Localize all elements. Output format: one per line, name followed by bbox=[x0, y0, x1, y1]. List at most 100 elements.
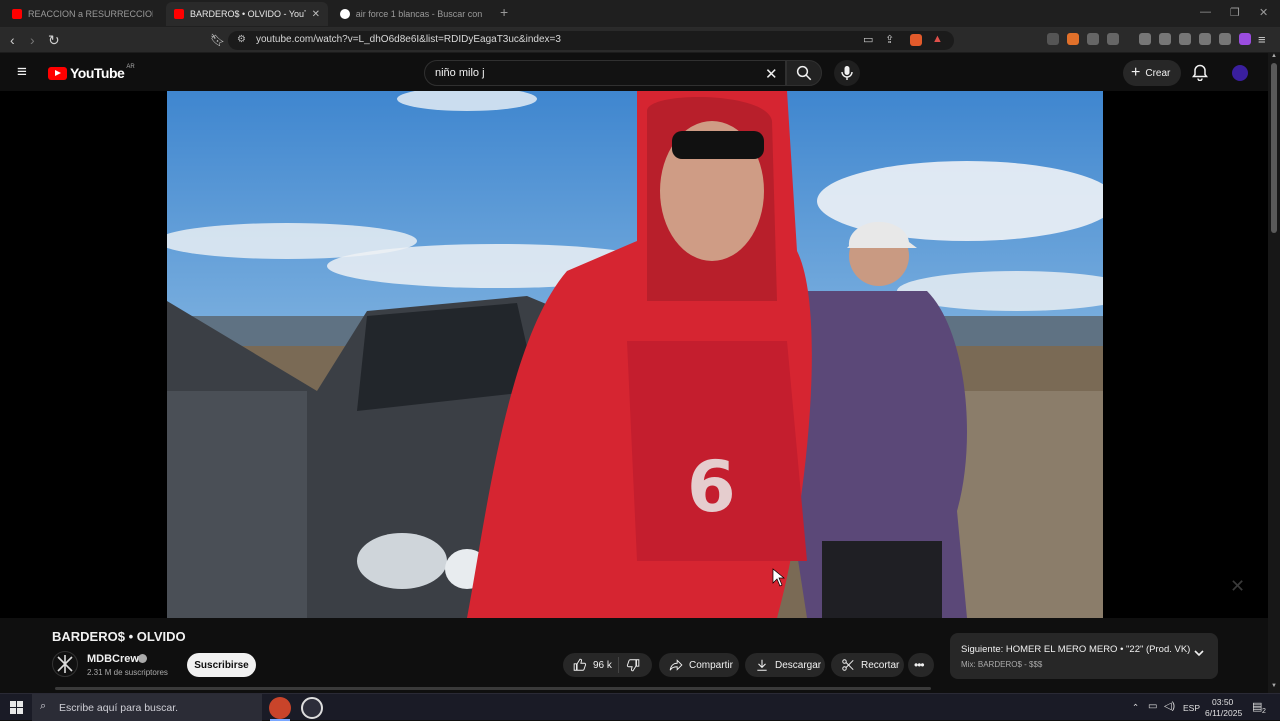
plus-icon: + bbox=[1131, 64, 1141, 81]
theater-margin-right: ✕ bbox=[1103, 91, 1268, 618]
brave-rewards-icon[interactable]: ▲ bbox=[932, 33, 943, 45]
windows-taskbar: ⌕ Escribe aquí para buscar. ⌃ ▭ ◁) ESP 0… bbox=[0, 693, 1280, 721]
search-icon bbox=[796, 65, 812, 81]
up-next-card[interactable]: Siguiente: HOMER EL MERO MERO • "22" (Pr… bbox=[950, 633, 1218, 679]
language-indicator[interactable]: ESP bbox=[1183, 703, 1200, 713]
video-player[interactable]: 6 bbox=[167, 91, 1103, 618]
profile-icon[interactable] bbox=[1239, 33, 1251, 45]
notifications-bell-icon[interactable] bbox=[1192, 64, 1208, 81]
clock-date[interactable]: 6/11/2025 bbox=[1205, 708, 1242, 718]
share-arrow-icon bbox=[669, 659, 683, 671]
tab-air-force[interactable]: air force 1 blancas - Buscar con Goog bbox=[332, 2, 492, 26]
reload-icon[interactable]: ↻ bbox=[48, 32, 60, 48]
dislike-icon[interactable] bbox=[626, 658, 640, 672]
svg-text:6: 6 bbox=[687, 446, 736, 528]
notification-count: 2 bbox=[1262, 708, 1266, 715]
download-label: Descargar bbox=[775, 659, 822, 671]
scissors-icon bbox=[842, 659, 854, 671]
microphone-icon bbox=[841, 66, 853, 80]
voice-search-button[interactable] bbox=[834, 60, 860, 86]
share-button[interactable]: Compartir bbox=[659, 653, 739, 677]
avatar[interactable] bbox=[1232, 65, 1248, 81]
brave-browser-icon[interactable] bbox=[269, 697, 291, 719]
youtube-logo[interactable]: YouTube AR bbox=[48, 64, 135, 81]
puzzle-extensions-icon[interactable] bbox=[1087, 33, 1099, 45]
back-icon[interactable]: ‹ bbox=[10, 32, 15, 48]
more-actions-button[interactable]: ••• bbox=[908, 653, 934, 677]
share-page-icon[interactable]: ⇪ bbox=[885, 33, 894, 46]
volume-icon[interactable]: ◁) bbox=[1164, 701, 1175, 712]
video-details: BARDERO$ • OLVIDO MDBCrew 2.31 M de susc… bbox=[0, 618, 1268, 693]
new-tab-button[interactable]: + bbox=[500, 4, 508, 20]
network-icon[interactable]: ▭ bbox=[1148, 701, 1157, 712]
chevron-down-icon[interactable] bbox=[1193, 647, 1205, 659]
up-next-mix: Mix: BARDERO$ - $$$ bbox=[961, 660, 1043, 669]
tab-reaccion[interactable]: REACCION a RESURRECCION - Hom bbox=[4, 2, 162, 26]
url-text: youtube.com/watch?v=L_dhO6d8e6I&list=RDI… bbox=[256, 34, 561, 45]
theater-margin-left bbox=[0, 91, 167, 618]
scroll-up-icon[interactable]: ▲ bbox=[1271, 53, 1277, 59]
page-scrollbar[interactable]: ▲ ▼ bbox=[1268, 53, 1280, 693]
youtube-play-logo-icon bbox=[48, 66, 67, 80]
more-dots-icon: ••• bbox=[914, 658, 925, 672]
clip-button[interactable]: Recortar bbox=[831, 653, 904, 677]
tab-label: air force 1 blancas - Buscar con Goog bbox=[355, 9, 484, 19]
bookmark-icon[interactable]: 🔖︎ bbox=[210, 32, 225, 48]
hamburger-menu-icon[interactable]: ≡ bbox=[17, 62, 27, 82]
channel-avatar[interactable] bbox=[52, 651, 78, 677]
verified-badge-icon bbox=[138, 654, 147, 663]
brave-shield-icon[interactable] bbox=[910, 34, 922, 46]
menu-icon[interactable]: ≡ bbox=[1258, 32, 1266, 48]
create-button[interactable]: + Crear bbox=[1123, 60, 1181, 86]
search-button[interactable] bbox=[786, 60, 822, 86]
vpn-icon[interactable] bbox=[1219, 33, 1231, 45]
forward-icon[interactable]: › bbox=[30, 32, 35, 48]
restore-window-icon[interactable]: ❐ bbox=[1230, 6, 1240, 19]
like-divider bbox=[618, 657, 619, 673]
browser-toolbar: ‹ › ↻ 🔖︎ ⚙︎ youtube.com/watch?v=L_dhO6d8… bbox=[0, 28, 1280, 53]
site-info-icon[interactable]: ⚙︎ bbox=[237, 34, 246, 45]
channel-logo-icon bbox=[57, 655, 73, 673]
close-window-icon[interactable]: ✕ bbox=[1259, 6, 1268, 19]
download-button[interactable]: Descargar bbox=[745, 653, 825, 677]
notifications-icon[interactable]: ▤ bbox=[1252, 700, 1262, 713]
channel-name[interactable]: MDBCrew bbox=[87, 653, 139, 665]
video-title: BARDERO$ • OLVIDO bbox=[52, 629, 186, 644]
media-icon[interactable] bbox=[1139, 33, 1151, 45]
youtube-favicon-icon bbox=[174, 9, 184, 19]
cast-icon[interactable]: ▭ bbox=[863, 33, 873, 46]
show-hidden-icons-icon[interactable]: ⌃ bbox=[1132, 702, 1139, 713]
wallet-icon[interactable] bbox=[1179, 33, 1191, 45]
sidebar-icon[interactable] bbox=[1159, 33, 1171, 45]
leo-icon[interactable] bbox=[1199, 33, 1211, 45]
search-icon: ⌕ bbox=[40, 700, 47, 712]
search-value: niño milo j bbox=[435, 67, 485, 79]
extension-icon[interactable] bbox=[1047, 33, 1059, 45]
extension-icon[interactable] bbox=[1067, 33, 1079, 45]
clear-search-icon[interactable]: ✕ bbox=[765, 65, 778, 83]
app-icon[interactable] bbox=[301, 697, 323, 719]
youtube-header: ≡ YouTube AR niño milo j ✕ + Crear bbox=[0, 53, 1268, 91]
scrollbar-thumb[interactable] bbox=[1271, 63, 1277, 233]
create-label: Crear bbox=[1145, 67, 1171, 79]
subscriber-count: 2.31 M de suscriptores bbox=[87, 668, 168, 677]
minimize-window-icon[interactable]: — bbox=[1200, 6, 1211, 18]
channel-watermark-icon: ✕ bbox=[1230, 576, 1246, 596]
search-input[interactable]: niño milo j ✕ bbox=[424, 60, 786, 86]
scroll-down-icon[interactable]: ▼ bbox=[1271, 683, 1277, 689]
address-bar[interactable]: ⚙︎ youtube.com/watch?v=L_dhO6d8e6I&list=… bbox=[228, 31, 954, 50]
like-dislike-group: 96 k bbox=[563, 653, 652, 677]
clock-time[interactable]: 03:50 bbox=[1212, 697, 1233, 707]
like-count[interactable]: 96 k bbox=[593, 660, 612, 671]
download-arrow-icon bbox=[757, 659, 767, 671]
download-icon[interactable] bbox=[1107, 33, 1119, 45]
tab-bardero-olvido[interactable]: BARDERO$ • OLVIDO - YouTu ✕ bbox=[166, 2, 328, 26]
browser-tab-strip: REACCION a RESURRECCION - Hom BARDERO$ •… bbox=[0, 0, 1280, 28]
subscribe-button[interactable]: Suscribirse bbox=[187, 653, 256, 677]
tab-label: REACCION a RESURRECCION - Hom bbox=[28, 9, 153, 19]
windows-start-icon[interactable] bbox=[10, 701, 23, 714]
youtube-favicon-icon bbox=[12, 9, 22, 19]
close-tab-icon[interactable]: ✕ bbox=[312, 9, 320, 20]
like-icon[interactable] bbox=[573, 658, 587, 672]
taskbar-search-box[interactable]: ⌕ Escribe aquí para buscar. bbox=[32, 694, 262, 721]
